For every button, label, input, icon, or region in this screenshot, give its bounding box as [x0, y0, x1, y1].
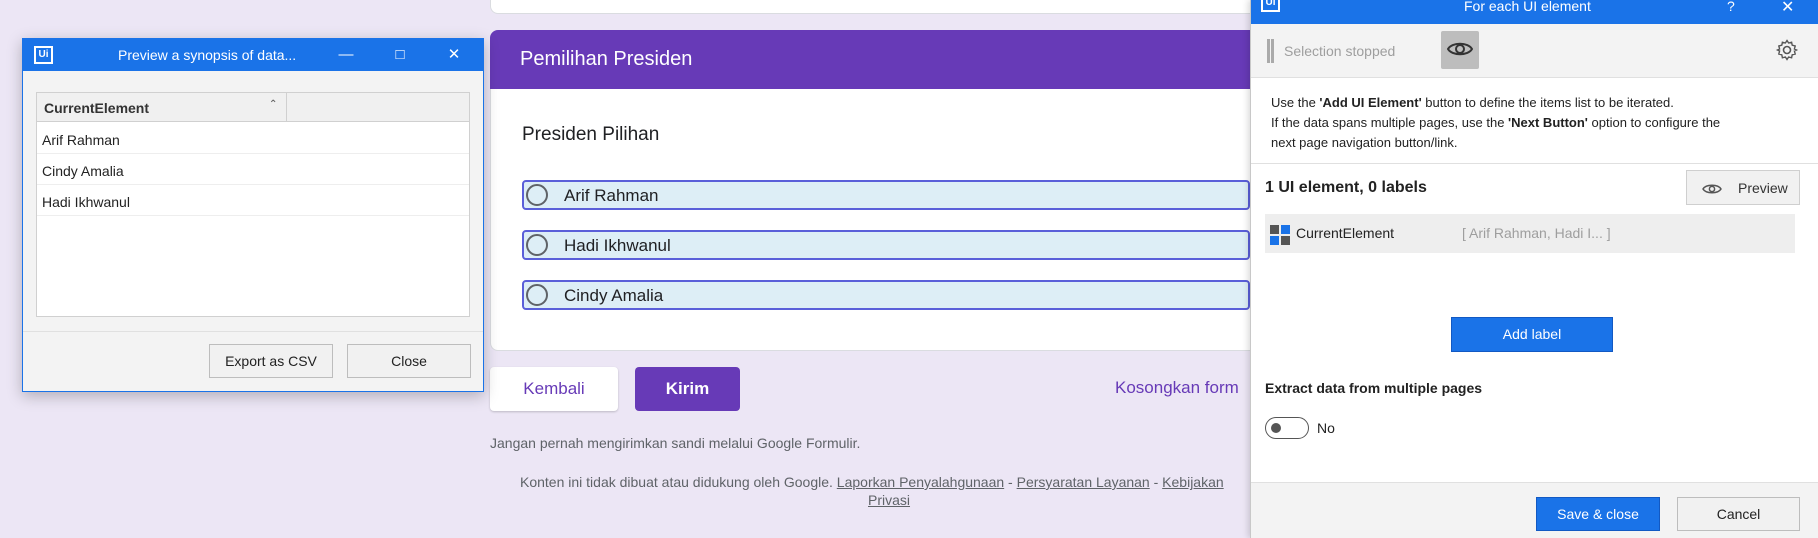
ui-element-row[interactable]: CurrentElement [ Arif Rahman, Hadi I... …	[1265, 214, 1795, 253]
radio-circle-icon[interactable]	[526, 284, 548, 306]
column-header-currentelement[interactable]: CurrentElement ⌃	[37, 93, 287, 122]
close-icon[interactable]: ✕	[1781, 0, 1794, 17]
maximize-icon[interactable]: □	[377, 39, 423, 71]
radio-circle-icon[interactable]	[526, 184, 548, 206]
instructions-text: Use the	[1271, 95, 1320, 110]
panel-title: For each UI element	[1464, 0, 1591, 14]
add-label-button[interactable]: Add label	[1451, 317, 1613, 352]
instructions-text: If the data spans multiple pages, use th…	[1271, 115, 1509, 130]
minimize-icon[interactable]: —	[323, 39, 369, 71]
instructions-text: button to define the items list to be it…	[1421, 95, 1674, 110]
preview-dialog: Ui Preview a synopsis of data... — □ ✕ C…	[22, 38, 484, 392]
sort-ascending-icon[interactable]: ⌃	[269, 99, 277, 110]
radio-option-hadi-ikhwanul[interactable]: Hadi Ikhwanul	[522, 230, 1250, 260]
panel-titlebar: Ui For each UI element ? ✕	[1251, 0, 1818, 24]
instructions-text: option to configure the	[1587, 115, 1721, 130]
multiple-pages-label: Extract data from multiple pages	[1265, 380, 1483, 396]
section-title: Pemilihan Presiden	[520, 48, 693, 70]
report-abuse-link[interactable]: Laporkan Penyalahgunaan	[837, 474, 1004, 490]
radio-option-arif-rahman[interactable]: Arif Rahman	[522, 180, 1250, 210]
radio-option-label: Arif Rahman	[564, 186, 659, 205]
footer-separator: -	[1004, 474, 1017, 490]
eye-toggle-button[interactable]	[1441, 31, 1479, 69]
instructions-emphasis: 'Next Button'	[1508, 115, 1588, 130]
uipath-logo-icon: Ui	[34, 46, 53, 64]
panel-divider	[1251, 163, 1818, 164]
terms-link[interactable]: Persyaratan Layanan	[1017, 474, 1150, 490]
gear-icon[interactable]	[1775, 38, 1799, 62]
for-each-ui-element-panel: Ui For each UI element ? ✕ Selection sto…	[1250, 0, 1818, 538]
grid-header: CurrentElement ⌃	[37, 93, 469, 122]
toggle-state-label: No	[1317, 420, 1335, 436]
close-icon[interactable]: ✕	[431, 39, 477, 71]
radio-circle-icon[interactable]	[526, 234, 548, 256]
help-icon[interactable]: ?	[1727, 0, 1735, 14]
selection-toolbar: Selection stopped	[1251, 24, 1818, 78]
preview-button[interactable]: Preview	[1686, 170, 1800, 205]
instructions-emphasis: 'Add UI Element'	[1319, 95, 1422, 110]
eye-icon	[1447, 42, 1473, 56]
dialog-title: Preview a synopsis of data...	[118, 47, 297, 63]
table-row[interactable]: Arif Rahman	[37, 123, 469, 154]
submit-button[interactable]: Kirim	[635, 367, 740, 411]
table-row[interactable]: Cindy Amalia	[37, 154, 469, 185]
element-label-count: 1 UI element, 0 labels	[1265, 179, 1427, 196]
data-grid[interactable]: CurrentElement ⌃ Arif Rahman Cindy Amali…	[36, 92, 470, 317]
form-top-card	[490, 0, 1290, 14]
multiple-pages-toggle[interactable]	[1265, 417, 1309, 439]
question-title: Presiden Pilihan	[522, 124, 660, 145]
footer-disclaimer: Konten ini tidak dibuat atau didukung ol…	[520, 474, 833, 490]
eye-icon	[1702, 184, 1722, 194]
uipath-logo-icon: Ui	[1261, 0, 1280, 12]
ui-element-grid-icon	[1270, 225, 1290, 245]
radio-option-label: Cindy Amalia	[564, 286, 664, 305]
dialog-titlebar: Ui Preview a synopsis of data... — □ ✕	[23, 39, 483, 71]
drag-handle-icon[interactable]	[1267, 39, 1274, 63]
panel-instructions: Use the 'Add UI Element' button to defin…	[1271, 93, 1811, 153]
radio-option-cindy-amalia[interactable]: Cindy Amalia	[522, 280, 1250, 310]
ui-element-preview: [ Arif Rahman, Hadi I... ]	[1462, 225, 1611, 241]
section-header: Pemilihan Presiden	[490, 30, 1290, 89]
column-header-label: CurrentElement	[44, 100, 150, 116]
preview-button-label: Preview	[1738, 180, 1788, 196]
back-button[interactable]: Kembali	[490, 367, 618, 411]
close-button[interactable]: Close	[347, 344, 471, 378]
clear-form-button[interactable]: Kosongkan form	[1115, 378, 1239, 398]
dialog-footer-divider	[23, 331, 483, 332]
table-row[interactable]: Hadi Ikhwanul	[37, 185, 469, 216]
export-csv-button[interactable]: Export as CSV	[209, 344, 333, 378]
privacy-link-part1[interactable]: Kebijakan	[1162, 474, 1224, 490]
save-and-close-button[interactable]: Save & close	[1536, 497, 1660, 531]
question-card: Presiden Pilihan Arif Rahman Hadi Ikhwan…	[490, 89, 1290, 351]
cancel-button[interactable]: Cancel	[1677, 497, 1800, 531]
footer-separator: -	[1149, 474, 1163, 490]
ui-element-name: CurrentElement	[1296, 225, 1395, 241]
panel-footer: Save & close Cancel	[1251, 482, 1818, 538]
password-warning-note: Jangan pernah mengirimkan sandi melalui …	[490, 435, 861, 451]
instructions-text: next page navigation button/link.	[1271, 135, 1458, 150]
radio-option-label: Hadi Ikhwanul	[564, 236, 671, 255]
selection-status: Selection stopped	[1284, 43, 1396, 59]
privacy-link-part2[interactable]: Privasi	[868, 492, 910, 508]
toggle-knob	[1271, 423, 1281, 433]
